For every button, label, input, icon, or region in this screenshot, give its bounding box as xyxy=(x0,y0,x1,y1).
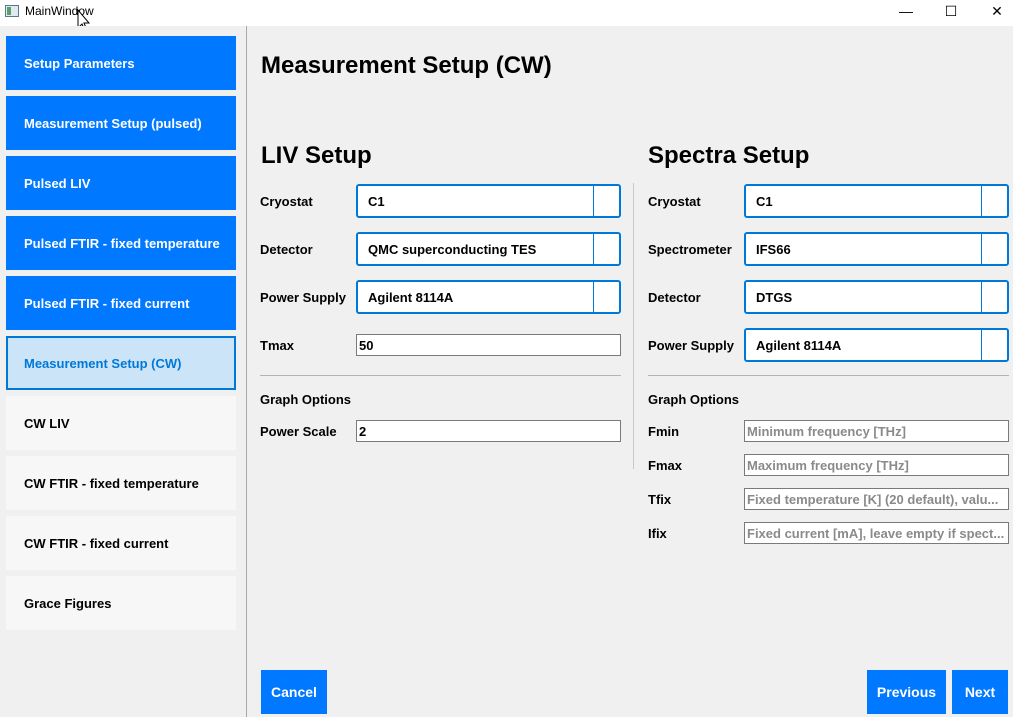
liv-detector-label: Detector xyxy=(260,242,313,257)
liv-power-supply-label: Power Supply xyxy=(260,290,346,305)
column-divider xyxy=(633,183,634,469)
liv-power-scale-label: Power Scale xyxy=(260,424,337,439)
tfix-input[interactable]: Fixed temperature [K] (20 default), valu… xyxy=(744,488,1009,510)
spectra-cryostat-value: C1 xyxy=(756,193,773,209)
spectra-graph-options-label: Graph Options xyxy=(648,392,739,407)
liv-setup-title: LIV Setup xyxy=(261,142,372,169)
title-bar: MainWindow — ☐ ✕ xyxy=(0,0,1013,32)
minimize-button[interactable]: — xyxy=(883,0,929,22)
ifix-input[interactable]: Fixed current [mA], leave empty if spect… xyxy=(744,522,1009,544)
liv-detector-select[interactable]: QMC superconducting TES xyxy=(356,232,621,266)
maximize-icon: ☐ xyxy=(944,2,958,19)
sidebar-item-setup-parameters[interactable]: Setup Parameters xyxy=(6,36,236,90)
spectra-detector-label: Detector xyxy=(648,290,701,305)
liv-power-supply-select[interactable]: Agilent 8114A xyxy=(356,280,621,314)
sidebar-item-cw-ftir-fixed-current[interactable]: CW FTIR - fixed current xyxy=(6,516,236,570)
spectra-power-supply-select[interactable]: Agilent 8114A xyxy=(744,328,1009,362)
close-button[interactable]: ✕ xyxy=(974,0,1013,22)
spectra-power-supply-value: Agilent 8114A xyxy=(756,337,842,353)
fmin-input[interactable]: Minimum frequency [THz] xyxy=(744,420,1009,442)
next-button[interactable]: Next xyxy=(952,670,1008,714)
minimize-icon: — xyxy=(899,3,913,19)
sidebar-item-cw-ftir-fixed-temperature[interactable]: CW FTIR - fixed temperature xyxy=(6,456,236,510)
spectra-setup-title: Spectra Setup xyxy=(648,142,810,169)
liv-tmax-input[interactable]: 50 xyxy=(356,334,621,356)
spectrometer-dropdown-button[interactable] xyxy=(981,234,1007,264)
liv-power-supply-value: Agilent 8114A xyxy=(368,289,454,305)
fmin-label: Fmin xyxy=(648,424,680,439)
maximize-button[interactable]: ☐ xyxy=(928,0,974,22)
ifix-label: Ifix xyxy=(648,526,667,541)
sidebar-item-pulsed-ftir-fixed-temperature[interactable]: Pulsed FTIR - fixed temperature xyxy=(6,216,236,270)
sidebar-item-pulsed-ftir-fixed-current[interactable]: Pulsed FTIR - fixed current xyxy=(6,276,236,330)
spectra-power-supply-label: Power Supply xyxy=(648,338,734,353)
spectra-divider xyxy=(648,375,1009,376)
spectra-cryostat-select[interactable]: C1 xyxy=(744,184,1009,218)
sidebar-item-measurement-setup-pulsed[interactable]: Measurement Setup (pulsed) xyxy=(6,96,236,150)
sidebar-item-grace-figures[interactable]: Grace Figures xyxy=(6,576,236,630)
spectra-detector-select[interactable]: DTGS xyxy=(744,280,1009,314)
spectrometer-value: IFS66 xyxy=(756,241,791,257)
fmax-label: Fmax xyxy=(648,458,682,473)
spectra-cryostat-dropdown-button[interactable] xyxy=(981,186,1007,216)
liv-tmax-label: Tmax xyxy=(260,338,294,353)
liv-detector-dropdown-button[interactable] xyxy=(593,234,619,264)
spectra-power-supply-dropdown-button[interactable] xyxy=(981,330,1007,360)
spectrometer-select[interactable]: IFS66 xyxy=(744,232,1009,266)
spectra-detector-dropdown-button[interactable] xyxy=(981,282,1007,312)
liv-power-supply-dropdown-button[interactable] xyxy=(593,282,619,312)
liv-power-scale-input[interactable]: 2 xyxy=(356,420,621,442)
liv-divider xyxy=(260,375,621,376)
sidebar-item-cw-liv[interactable]: CW LIV xyxy=(6,396,236,450)
liv-cryostat-dropdown-button[interactable] xyxy=(593,186,619,216)
app-icon xyxy=(5,5,19,17)
liv-cryostat-value: C1 xyxy=(368,193,385,209)
spectra-cryostat-label: Cryostat xyxy=(648,194,701,209)
liv-detector-value: QMC superconducting TES xyxy=(368,241,537,257)
page-title: Measurement Setup (CW) xyxy=(261,52,552,79)
sidebar-divider xyxy=(246,26,247,717)
liv-graph-options-label: Graph Options xyxy=(260,392,351,407)
tfix-label: Tfix xyxy=(648,492,672,507)
spectrometer-label: Spectrometer xyxy=(648,242,732,257)
sidebar-item-measurement-setup-cw[interactable]: Measurement Setup (CW) xyxy=(6,336,236,390)
liv-cryostat-select[interactable]: C1 xyxy=(356,184,621,218)
liv-cryostat-label: Cryostat xyxy=(260,194,313,209)
cancel-button[interactable]: Cancel xyxy=(261,670,327,714)
spectra-detector-value: DTGS xyxy=(756,289,793,305)
previous-button[interactable]: Previous xyxy=(867,670,946,714)
fmax-input[interactable]: Maximum frequency [THz] xyxy=(744,454,1009,476)
sidebar-item-pulsed-liv[interactable]: Pulsed LIV xyxy=(6,156,236,210)
close-icon: ✕ xyxy=(991,2,1003,19)
